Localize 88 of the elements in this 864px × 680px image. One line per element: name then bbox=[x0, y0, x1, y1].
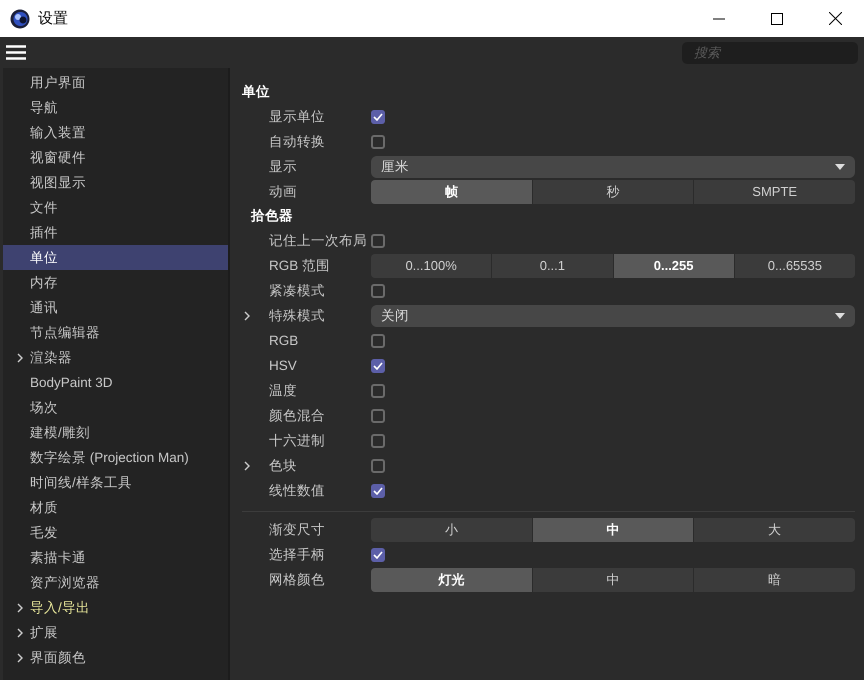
chevron-icon[interactable] bbox=[17, 652, 23, 662]
sidebar-item[interactable]: 素描卡通 bbox=[3, 545, 228, 570]
close-icon bbox=[828, 12, 842, 25]
setting-label: 色块 bbox=[269, 456, 298, 474]
checkbox[interactable] bbox=[371, 484, 385, 498]
setting-label: 线性数值 bbox=[269, 482, 326, 500]
segment-button[interactable]: 灯光 bbox=[371, 568, 532, 592]
setting-label: 特殊模式 bbox=[269, 306, 326, 324]
segment-button[interactable]: 帧 bbox=[371, 180, 532, 204]
sidebar-item[interactable]: 资产浏览器 bbox=[3, 570, 228, 595]
segment-button[interactable]: SMPTE bbox=[694, 180, 856, 204]
sidebar-item[interactable]: 时间线/样条工具 bbox=[3, 470, 228, 495]
minimize-icon bbox=[713, 18, 725, 20]
checkbox[interactable] bbox=[371, 384, 385, 398]
maximize-icon bbox=[771, 12, 783, 24]
checkbox[interactable] bbox=[371, 458, 385, 472]
sidebar-item[interactable]: 视窗硬件 bbox=[3, 145, 228, 170]
setting-label: 十六进制 bbox=[269, 432, 326, 450]
sidebar-item[interactable]: 文件 bbox=[3, 195, 228, 220]
dropdown[interactable]: 厘米 bbox=[371, 156, 855, 178]
sidebar-item[interactable]: 节点编辑器 bbox=[3, 320, 228, 345]
chevron-icon[interactable] bbox=[244, 310, 250, 320]
app-logo-icon bbox=[10, 8, 30, 28]
section-heading: 拾色器 bbox=[250, 207, 294, 225]
sidebar-item[interactable]: 渲染器 bbox=[3, 345, 228, 370]
setting-label: 温度 bbox=[269, 382, 298, 400]
dropdown-value: 厘米 bbox=[381, 158, 409, 176]
sidebar-item[interactable]: 单位 bbox=[3, 245, 228, 270]
setting-label: 颜色混合 bbox=[269, 406, 326, 424]
setting-label: 自动转换 bbox=[269, 132, 326, 150]
setting-label: 动画 bbox=[269, 182, 298, 200]
segment-button[interactable]: 中 bbox=[532, 518, 694, 542]
sidebar-item[interactable]: 导航 bbox=[3, 95, 228, 120]
checkbox[interactable] bbox=[371, 284, 385, 298]
segment-button[interactable]: 大 bbox=[694, 518, 856, 542]
sidebar-item[interactable]: 内存 bbox=[3, 270, 228, 295]
segment-button[interactable]: 秒 bbox=[532, 180, 694, 204]
chevron-icon[interactable] bbox=[17, 602, 23, 612]
segment-button[interactable]: 0...100% bbox=[371, 254, 492, 278]
setting-label: 紧凑模式 bbox=[269, 282, 326, 300]
setting-label: 显示 bbox=[269, 158, 298, 176]
checkbox[interactable] bbox=[371, 408, 385, 422]
checkbox[interactable] bbox=[371, 358, 385, 372]
setting-label: 选择手柄 bbox=[269, 546, 326, 564]
checkbox[interactable] bbox=[371, 234, 385, 248]
search-field[interactable]: 搜索 bbox=[682, 42, 858, 64]
segment-button[interactable]: 暗 bbox=[694, 568, 856, 592]
segment-button[interactable]: 中 bbox=[532, 568, 694, 592]
sidebar-item[interactable]: 插件 bbox=[3, 220, 228, 245]
checkbox[interactable] bbox=[371, 334, 385, 348]
segment-button[interactable]: 0...1 bbox=[492, 254, 612, 278]
caret-icon bbox=[835, 164, 845, 170]
sidebar-item[interactable]: 输入装置 bbox=[3, 120, 228, 145]
caret-icon bbox=[835, 312, 845, 318]
segment-button[interactable]: 0...255 bbox=[614, 254, 734, 278]
sidebar-item[interactable]: BodyPaint 3D bbox=[3, 370, 228, 395]
setting-label: 渐变尺寸 bbox=[269, 520, 326, 538]
checkbox[interactable] bbox=[371, 434, 385, 448]
setting-label: 显示单位 bbox=[269, 108, 326, 126]
segment-button[interactable]: 0...65535 bbox=[734, 254, 855, 278]
sidebar-item[interactable]: 用户界面 bbox=[3, 70, 228, 95]
sidebar-item[interactable]: 材质 bbox=[3, 495, 228, 520]
chevron-icon[interactable] bbox=[244, 460, 250, 470]
sidebar-item[interactable]: 建模/雕刻 bbox=[3, 420, 228, 445]
dropdown[interactable]: 关闭 bbox=[371, 304, 855, 326]
dropdown-value: 关闭 bbox=[381, 306, 409, 324]
menu-icon[interactable] bbox=[6, 45, 26, 60]
checkbox[interactable] bbox=[371, 110, 385, 124]
checkbox[interactable] bbox=[371, 548, 385, 562]
sidebar-item[interactable]: 视图显示 bbox=[3, 170, 228, 195]
chevron-icon[interactable] bbox=[17, 352, 23, 362]
setting-label: 记住上一次布局 bbox=[269, 232, 368, 250]
sidebar-item[interactable]: 通讯 bbox=[3, 295, 228, 320]
section-heading: 单位 bbox=[242, 83, 271, 101]
setting-label: HSV bbox=[269, 358, 298, 373]
segment-button[interactable]: 小 bbox=[371, 518, 532, 542]
sidebar-item[interactable]: 场次 bbox=[3, 395, 228, 420]
sidebar-item[interactable]: 数字绘景 (Projection Man) bbox=[3, 445, 228, 470]
setting-label: RGB bbox=[269, 333, 300, 348]
setting-label: RGB 范围 bbox=[269, 256, 332, 274]
chevron-icon[interactable] bbox=[17, 628, 23, 638]
sidebar-item[interactable]: 界面颜色 bbox=[3, 645, 228, 670]
window-title: 设置 bbox=[38, 9, 68, 28]
setting-label: 网格颜色 bbox=[269, 570, 326, 588]
sidebar-item[interactable]: 毛发 bbox=[3, 520, 228, 545]
sidebar-item[interactable]: 扩展 bbox=[3, 620, 228, 645]
sidebar-item[interactable]: 导入/导出 bbox=[3, 595, 228, 620]
checkbox[interactable] bbox=[371, 134, 385, 148]
